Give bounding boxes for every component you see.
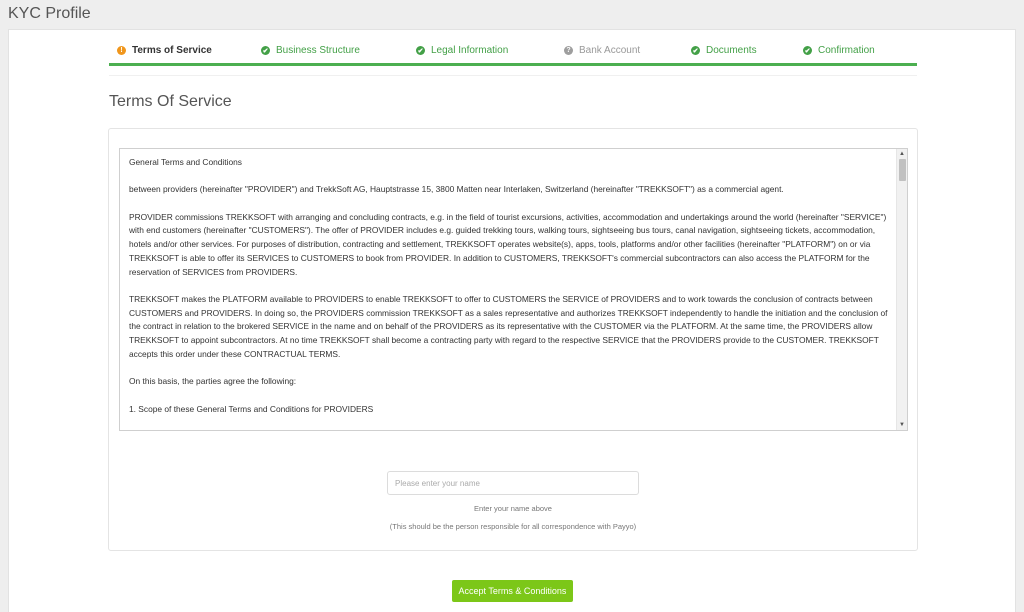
step-label: Bank Account — [579, 45, 641, 56]
check-icon: ✔ — [803, 46, 812, 55]
terms-paragraph: General Terms and Conditions — [129, 157, 242, 167]
page-title: KYC Profile — [8, 5, 91, 22]
step-bank-account[interactable]: ? Bank Account — [564, 45, 640, 56]
step-legal-information[interactable]: ✔ Legal Information — [416, 45, 508, 56]
step-confirmation[interactable]: ✔ Confirmation — [803, 45, 875, 56]
step-label: Terms of Service — [132, 45, 212, 56]
check-icon: ✔ — [416, 46, 425, 55]
step-label: Legal Information — [431, 45, 509, 56]
scrollbar-thumb[interactable] — [899, 159, 906, 181]
terms-paragraph: between providers (hereinafter "PROVIDER… — [129, 184, 784, 195]
check-icon: ✔ — [261, 46, 270, 55]
name-help-subtext: (This should be the person responsible f… — [389, 522, 637, 531]
scroll-up-icon[interactable]: ▲ — [897, 149, 907, 159]
section-title: Terms Of Service — [109, 93, 232, 110]
name-help-text: Enter your name above — [474, 504, 552, 513]
step-terms-of-service[interactable]: ! Terms of Service — [117, 45, 212, 56]
step-documents[interactable]: ✔ Documents — [691, 45, 757, 56]
divider — [109, 75, 917, 76]
terms-scroll-area[interactable]: General Terms and Conditions between pro… — [119, 148, 908, 431]
step-progress-bar: ! Terms of Service ✔ Business Structure … — [109, 40, 917, 66]
step-label: Business Structure — [276, 45, 360, 56]
terms-paragraph: PROVIDER commissions TREKKSOFT with arra… — [129, 211, 887, 277]
name-input[interactable] — [387, 471, 639, 495]
step-business-structure[interactable]: ✔ Business Structure — [261, 45, 360, 56]
terms-text: General Terms and Conditions between pro… — [129, 156, 891, 430]
scroll-down-icon[interactable]: ▼ — [897, 420, 907, 430]
question-icon: ? — [564, 46, 573, 55]
terms-paragraph: On this basis, the parties agree the fol… — [129, 376, 297, 387]
terms-scrollbar[interactable]: ▲ ▼ — [896, 149, 907, 430]
step-label: Documents — [706, 45, 757, 56]
terms-paragraph: 1. Scope of these General Terms and Cond… — [129, 403, 374, 414]
check-icon: ✔ — [691, 46, 700, 55]
step-label: Confirmation — [818, 45, 875, 56]
terms-panel: General Terms and Conditions between pro… — [108, 128, 918, 551]
warning-icon: ! — [117, 46, 126, 55]
kyc-card: ! Terms of Service ✔ Business Structure … — [8, 29, 1016, 612]
terms-paragraph: TREKKSOFT makes the PLATFORM available t… — [129, 293, 888, 359]
accept-terms-button[interactable]: Accept Terms & Conditions — [452, 580, 573, 602]
